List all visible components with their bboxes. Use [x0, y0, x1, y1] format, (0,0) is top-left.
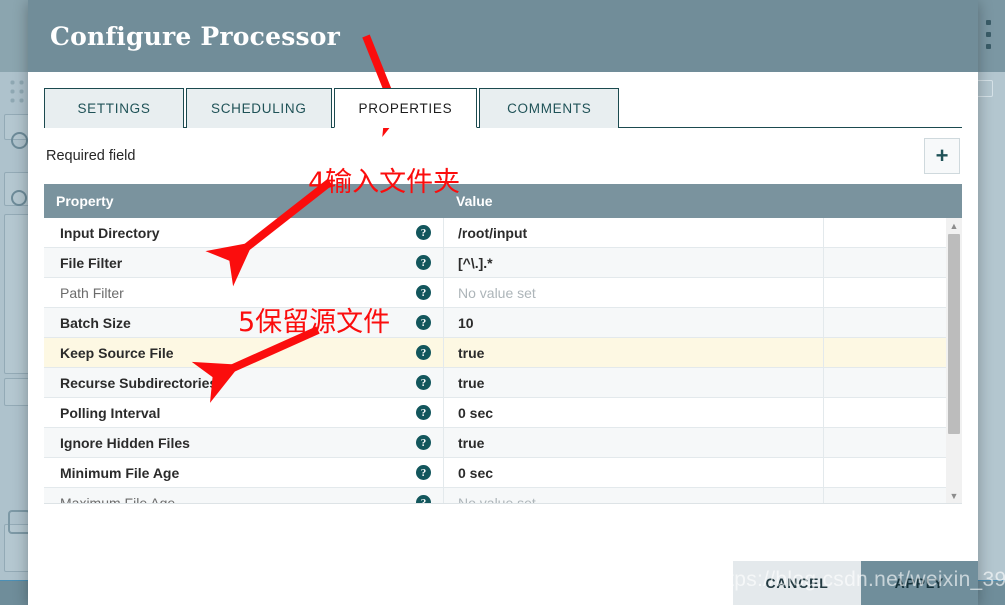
value-cell[interactable]: 0 sec	[444, 398, 824, 427]
property-cell: Path Filter?	[44, 278, 444, 307]
value-cell[interactable]: 10	[444, 308, 824, 337]
property-name: Recurse Subdirectories	[60, 374, 218, 391]
property-cell: Keep Source File?	[44, 338, 444, 367]
property-name: Input Directory	[60, 224, 160, 241]
help-icon[interactable]: ?	[416, 255, 431, 270]
property-cell: File Filter?	[44, 248, 444, 277]
table-row[interactable]: Batch Size? 10	[44, 308, 962, 338]
property-name: Maximum File Age	[60, 494, 176, 504]
property-cell: Recurse Subdirectories?	[44, 368, 444, 397]
row-tail-cell	[824, 248, 962, 277]
column-header-property: Property	[56, 193, 114, 209]
row-tail-cell	[824, 488, 962, 503]
overflow-menu-icon	[986, 32, 991, 37]
configure-processor-dialog: Configure Processor SETTINGS SCHEDULING …	[28, 0, 978, 605]
row-tail-cell	[824, 218, 962, 247]
table-row[interactable]: Recurse Subdirectories? true	[44, 368, 962, 398]
property-cell: Ignore Hidden Files?	[44, 428, 444, 457]
value-cell[interactable]: No value set	[444, 278, 824, 307]
help-icon[interactable]: ?	[416, 435, 431, 450]
property-name: Polling Interval	[60, 404, 161, 421]
property-cell: Maximum File Age?	[44, 488, 444, 504]
help-icon[interactable]: ?	[416, 465, 431, 480]
value-cell[interactable]: true	[444, 428, 824, 457]
property-name: File Filter	[60, 254, 123, 271]
table-row[interactable]: Keep Source File? true	[44, 338, 962, 368]
overflow-menu-icon	[986, 44, 991, 49]
dialog-header: Configure Processor	[28, 0, 978, 72]
value-cell[interactable]: true	[444, 338, 824, 367]
table-row[interactable]: Maximum File Age? No value set	[44, 488, 962, 504]
properties-table: Property Value Input Directory?/root/inp…	[44, 184, 962, 504]
column-header-value: Value	[456, 193, 493, 209]
screen: 83 N Configure Processor SETTINGS SCHEDU…	[0, 0, 1005, 605]
scroll-up-icon[interactable]: ▲	[946, 218, 962, 234]
tab-scheduling[interactable]: SCHEDULING	[186, 88, 332, 128]
table-row[interactable]: File Filter? [^\.].*	[44, 248, 962, 278]
help-icon[interactable]: ?	[416, 375, 431, 390]
properties-toolbar: Required field +	[44, 128, 962, 184]
apply-button[interactable]: APPLY	[860, 561, 978, 605]
page-title: Configure Processor	[50, 21, 341, 51]
row-tail-cell	[824, 428, 962, 457]
row-tail-cell	[824, 368, 962, 397]
help-icon[interactable]: ?	[416, 495, 431, 503]
help-icon[interactable]: ?	[416, 285, 431, 300]
value-cell[interactable]: /root/input	[444, 218, 824, 247]
overflow-menu-icon	[986, 20, 991, 25]
value-cell[interactable]: true	[444, 368, 824, 397]
row-tail-cell	[824, 458, 962, 487]
dialog-body: SETTINGS SCHEDULING PROPERTIES COMMENTS …	[28, 72, 978, 605]
property-cell: Input Directory?	[44, 218, 444, 247]
table-row[interactable]: Path Filter? No value set	[44, 278, 962, 308]
table-row[interactable]: Polling Interval? 0 sec	[44, 398, 962, 428]
dialog-footer: CANCEL APPLY	[28, 561, 978, 605]
property-name: Path Filter	[60, 284, 124, 301]
help-icon[interactable]: ?	[416, 225, 431, 240]
row-tail-cell	[824, 398, 962, 427]
scroll-down-icon[interactable]: ▼	[946, 488, 962, 503]
help-icon[interactable]: ?	[416, 405, 431, 420]
property-name: Keep Source File	[60, 344, 174, 361]
tab-settings[interactable]: SETTINGS	[44, 88, 184, 128]
tab-bar: SETTINGS SCHEDULING PROPERTIES COMMENTS	[44, 72, 962, 128]
table-row[interactable]: Input Directory?/root/input	[44, 218, 962, 248]
help-icon[interactable]: ?	[416, 345, 431, 360]
table-scrollbar[interactable]: ▲ ▼	[946, 218, 962, 503]
property-cell: Minimum File Age?	[44, 458, 444, 487]
scrollbar-thumb[interactable]	[948, 234, 960, 434]
required-field-label: Required field	[46, 148, 136, 164]
value-cell[interactable]: No value set	[444, 488, 824, 503]
value-cell[interactable]: [^\.].*	[444, 248, 824, 277]
row-tail-cell	[824, 308, 962, 337]
table-body: Input Directory?/root/input File Filter?[…	[44, 218, 962, 504]
add-property-button[interactable]: +	[924, 138, 960, 174]
value-cell[interactable]: 0 sec	[444, 458, 824, 487]
property-cell: Polling Interval?	[44, 398, 444, 427]
tab-comments[interactable]: COMMENTS	[479, 88, 620, 128]
table-row[interactable]: Minimum File Age? 0 sec	[44, 458, 962, 488]
table-row[interactable]: Ignore Hidden Files? true	[44, 428, 962, 458]
cancel-button[interactable]: CANCEL	[733, 561, 861, 605]
table-header-row: Property Value	[44, 184, 962, 218]
property-name: Minimum File Age	[60, 464, 180, 481]
property-name: Batch Size	[60, 314, 131, 331]
help-icon[interactable]: ?	[416, 315, 431, 330]
property-cell: Batch Size?	[44, 308, 444, 337]
row-tail-cell	[824, 338, 962, 367]
row-tail-cell	[824, 278, 962, 307]
property-name: Ignore Hidden Files	[60, 434, 190, 451]
tab-properties[interactable]: PROPERTIES	[333, 88, 478, 128]
